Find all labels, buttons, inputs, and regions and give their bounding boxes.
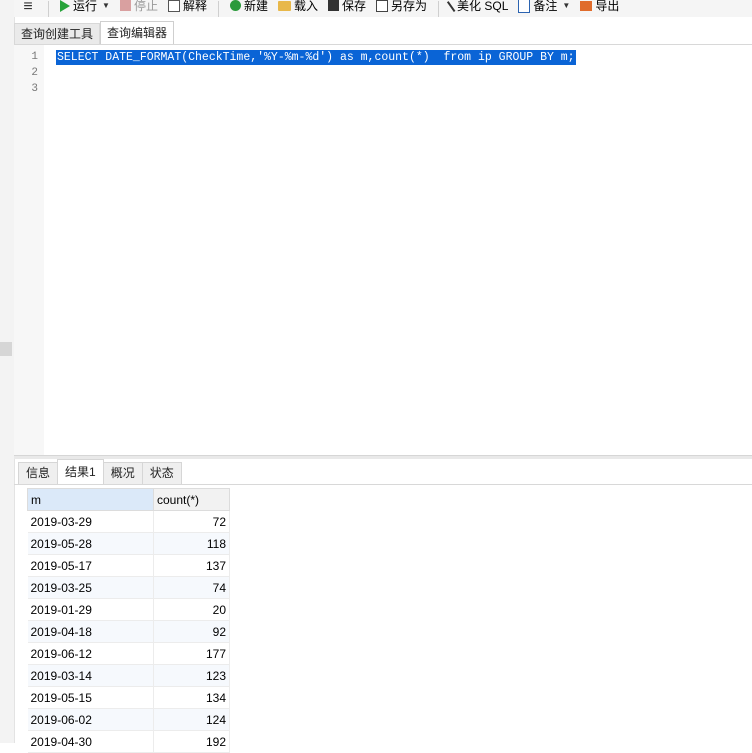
cell-count[interactable]: 92 [153,620,230,643]
result-tabs: 信息 结果1 概况 状态 [18,459,182,484]
line-number: 2 [31,67,38,79]
table-row[interactable]: 2019-04-18 92 [27,620,230,643]
table-row[interactable]: 2019-04-30 192 [27,730,230,753]
toolbar: ≡ 运行 ▼ 停止 解释 新建 载入 保存 另存为 美化 SQL 备注 ▼ 导出 [14,0,752,17]
toolbar-divider [48,0,49,17]
comment-button[interactable]: 备注 ▼ [513,0,575,14]
cell-m[interactable]: 2019-03-29 [27,510,154,533]
cell-m[interactable]: 2019-05-15 [27,686,154,709]
save-icon [328,0,339,11]
cell-count[interactable]: 124 [153,708,230,731]
cell-m[interactable]: 2019-05-28 [27,532,154,555]
stop-button[interactable]: 停止 [115,0,163,14]
tab-profile[interactable]: 概况 [102,462,143,484]
stop-label: 停止 [133,0,158,13]
table-row[interactable]: 2019-03-29 72 [27,510,230,533]
cell-count[interactable]: 134 [153,686,230,709]
tab-result1[interactable]: 结果1 [57,459,104,484]
load-label: 载入 [293,0,318,13]
tab-status[interactable]: 状态 [141,462,182,484]
explain-icon [167,0,180,12]
load-button[interactable]: 载入 [273,0,323,14]
table-row[interactable]: 2019-01-29 20 [27,598,230,621]
cell-count[interactable]: 177 [153,642,230,665]
cell-m[interactable]: 2019-04-30 [27,730,154,753]
comment-icon [518,0,531,13]
editor-tabs: 查询创建工具 查询编辑器 [14,21,175,44]
table-row[interactable]: 2019-06-02 124 [27,708,230,731]
toolbar-divider [217,0,219,17]
export-icon [580,0,593,11]
line-number-gutter: 1 2 3 [14,45,44,455]
cell-m[interactable]: 2019-01-29 [27,598,154,621]
cell-count[interactable]: 74 [153,576,230,599]
table-row[interactable]: 2019-03-14 123 [27,664,230,687]
cell-count[interactable]: 137 [153,554,230,577]
save-as-label: 另存为 [391,0,428,13]
table-row[interactable]: 2019-05-28 118 [27,532,230,555]
cell-m[interactable]: 2019-05-17 [27,554,154,577]
sql-code-line[interactable]: SELECT DATE_FORMAT(CheckTime,'%Y-%m-%d')… [56,50,576,65]
grid-header-row: m count(*) [27,488,230,511]
sql-editor[interactable]: 1 2 3 SELECT DATE_FORMAT(CheckTime,'%Y-%… [14,45,752,455]
table-row[interactable]: 2019-03-25 74 [27,576,230,599]
folder-open-icon [277,0,291,11]
table-row[interactable]: 2019-05-15 134 [27,686,230,709]
line-number: 1 [31,51,38,63]
beautify-label: 美化 SQL [457,0,509,13]
column-header-count[interactable]: count(*) [153,488,230,511]
column-header-m[interactable]: m [27,488,154,511]
cell-count[interactable]: 72 [153,510,230,533]
new-button[interactable]: 新建 [225,0,273,14]
cell-m[interactable]: 2019-04-18 [27,620,154,643]
tab-query-editor[interactable]: 查询编辑器 [100,21,175,44]
save-as-icon [376,0,389,12]
cell-m[interactable]: 2019-03-14 [27,664,154,687]
editor-results-splitter[interactable] [14,455,752,459]
cell-count[interactable]: 192 [153,730,230,753]
new-query-icon [229,0,241,11]
cell-count[interactable]: 123 [153,664,230,687]
export-label: 导出 [595,0,620,13]
cell-count[interactable]: 20 [153,598,230,621]
toolbar-divider [438,0,440,17]
stop-icon [119,0,131,11]
run-label: 运行 [73,0,98,13]
chevron-down-icon[interactable]: ▼ [102,0,110,12]
play-icon [60,0,70,12]
comment-label: 备注 [533,0,558,13]
save-label: 保存 [342,0,367,13]
cell-count[interactable]: 118 [153,532,230,555]
hamburger-icon[interactable]: ≡ [14,0,42,14]
run-button[interactable]: 运行 ▼ [55,0,115,14]
save-button[interactable]: 保存 [323,0,371,14]
beautify-sql-button[interactable]: 美化 SQL [445,0,513,14]
save-as-button[interactable]: 另存为 [371,0,432,14]
cell-m[interactable]: 2019-06-02 [27,708,154,731]
line-number: 3 [31,83,38,95]
chevron-down-icon[interactable]: ▼ [562,0,570,12]
cell-m[interactable]: 2019-03-25 [27,576,154,599]
panel-resize-handle[interactable] [0,342,12,356]
results-grid: m count(*) 2019-03-29 72 2019-05-28 118 20… [27,488,230,753]
explain-button[interactable]: 解释 [163,0,212,14]
result-tabs-divider [14,484,752,485]
cell-m[interactable]: 2019-06-12 [27,642,154,665]
table-row[interactable]: 2019-06-12 177 [27,642,230,665]
table-row[interactable]: 2019-05-17 137 [27,554,230,577]
left-panel-strip [0,0,15,743]
export-button[interactable]: 导出 [575,0,624,14]
magic-wand-icon [446,0,458,12]
new-label: 新建 [243,0,268,13]
tab-info[interactable]: 信息 [18,462,59,484]
explain-label: 解释 [182,0,207,13]
tab-query-builder[interactable]: 查询创建工具 [14,23,101,44]
